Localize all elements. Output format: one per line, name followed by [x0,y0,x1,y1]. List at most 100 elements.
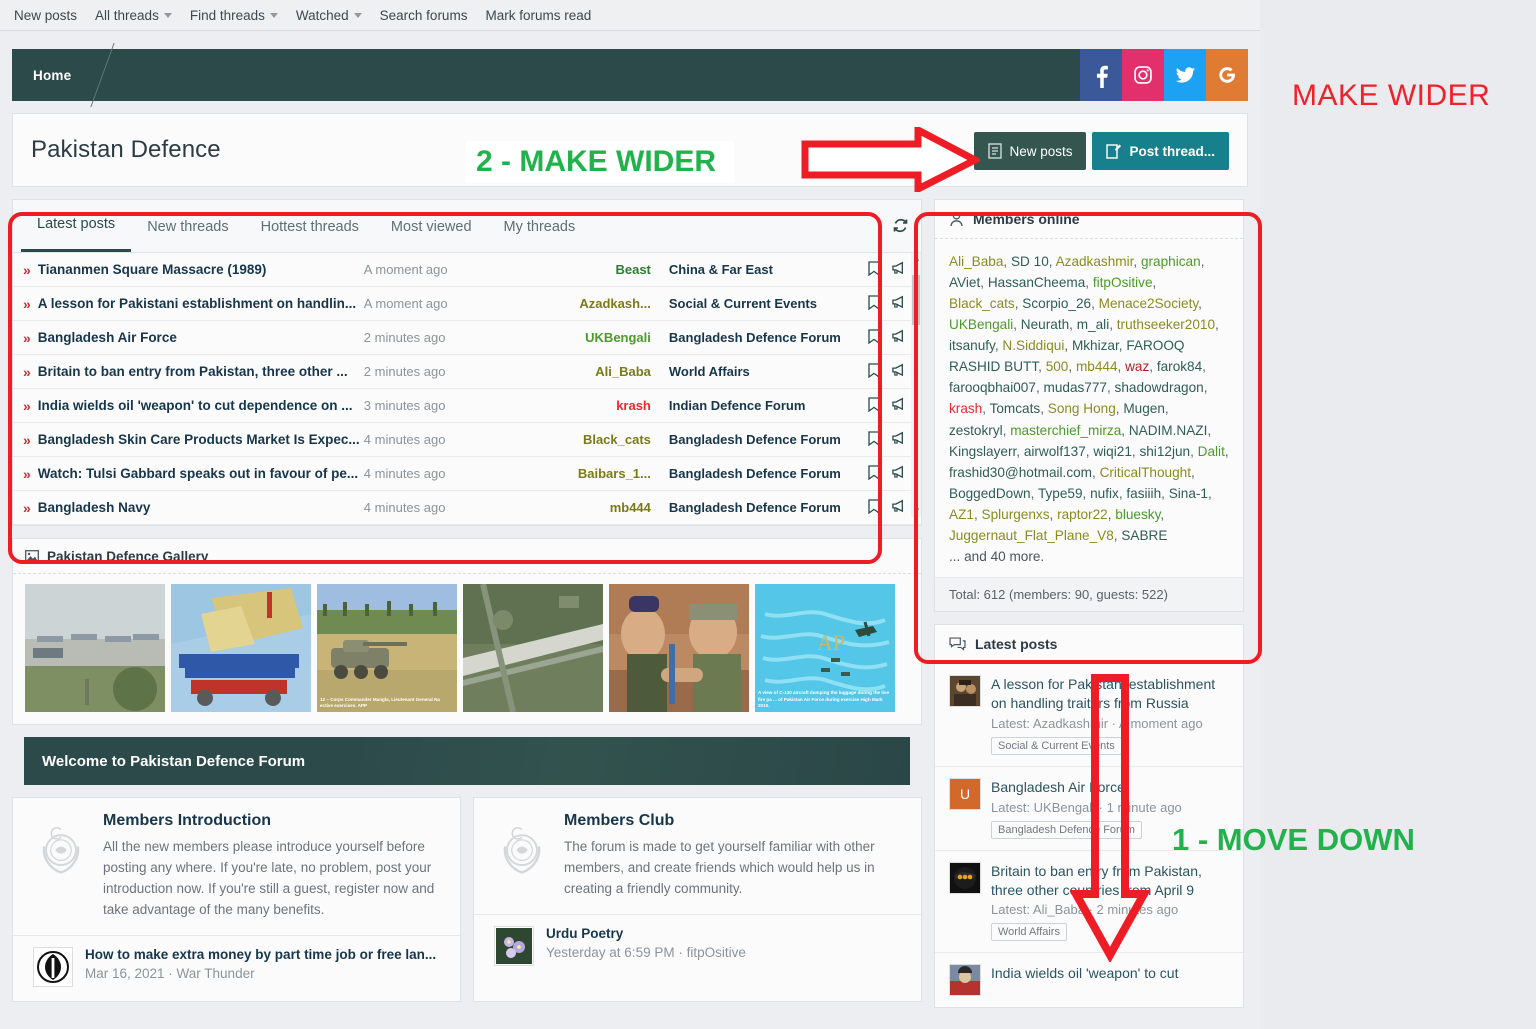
member-link[interactable]: fasiiih [1126,486,1161,501]
member-link[interactable]: wiqi21 [1093,444,1132,459]
google-icon[interactable] [1206,49,1248,101]
thread-title[interactable]: India wields oil 'weapon' to cut depende… [38,398,364,413]
bookmark-icon[interactable] [868,260,880,279]
gallery-image[interactable] [463,584,603,712]
post-thread-button[interactable]: Post thread... [1092,132,1229,170]
member-link[interactable]: UKBengali [949,317,1013,332]
member-link[interactable]: fitpOsitive [1093,275,1153,290]
refresh-icon[interactable] [892,217,909,237]
member-link[interactable]: Neurath [1021,317,1069,332]
bookmark-icon[interactable] [868,396,880,415]
bookmark-icon[interactable] [868,464,880,483]
member-link[interactable]: shadowdragon [1115,380,1204,395]
list-item[interactable]: U Bangladesh Air Force Latest: UKBengali ·… [935,767,1243,851]
tab-hottest-threads[interactable]: Hottest threads [245,202,375,252]
member-link[interactable]: Azadkashmir [1056,254,1134,269]
member-link[interactable]: Kingslayerr [949,444,1016,459]
member-link[interactable]: Dalit [1198,444,1225,459]
megaphone-icon[interactable] [892,329,907,346]
megaphone-icon[interactable] [892,397,907,414]
tab-latest-posts[interactable]: Latest posts [21,199,132,252]
new-posts-button[interactable]: New posts [974,132,1087,170]
member-link[interactable]: Mkhizar [1072,338,1119,353]
thread-forum[interactable]: Bangladesh Defence Forum [669,330,868,345]
post-forum-tag[interactable]: World Affairs [991,923,1067,942]
table-row[interactable]: » Tiananmen Square Massacre (1989) A momen… [13,253,921,287]
thread-forum[interactable]: Indian Defence Forum [669,398,868,413]
tab-most-viewed[interactable]: Most viewed [375,202,488,252]
member-link[interactable]: Type59 [1038,486,1083,501]
thread-title[interactable]: A lesson for Pakistani establishment on … [38,296,364,311]
scrollbar-thumb[interactable] [912,275,920,325]
member-link[interactable]: Scorpio_26 [1022,296,1091,311]
member-link[interactable]: Splurgenxs [982,507,1050,522]
member-link[interactable]: Black_cats [949,296,1015,311]
member-link[interactable]: mb444 [1076,359,1118,374]
thread-title[interactable]: Tiananmen Square Massacre (1989) [38,262,364,277]
member-link[interactable]: farok84 [1157,359,1202,374]
member-link[interactable]: Song Hong [1048,401,1116,416]
member-link[interactable]: farooqbhai007 [949,380,1036,395]
megaphone-icon[interactable] [892,465,907,482]
thread-forum[interactable]: Bangladesh Defence Forum [669,466,868,481]
post-forum-tag[interactable]: Social & Current Events [991,736,1122,755]
table-row[interactable]: » Britain to ban entry from Pakistan, thr… [13,355,921,389]
member-link[interactable]: airwolf137 [1024,444,1086,459]
nav-item-search-forums[interactable]: Search forums [380,8,479,23]
megaphone-icon[interactable] [892,363,907,380]
nav-item-all-threads[interactable]: All threads [95,8,183,23]
post-title[interactable]: India wields oil 'weapon' to cut [991,964,1178,983]
member-link[interactable]: nufix [1090,486,1119,501]
thread-list-scrollbar[interactable]: ▲ ▼ [911,253,921,517]
table-row[interactable]: » Watch: Tulsi Gabbard speaks out in favo… [13,457,921,491]
bookmark-icon[interactable] [868,294,880,313]
member-link[interactable]: N.Siddiqui [1002,338,1064,353]
megaphone-icon[interactable] [892,261,907,278]
thread-author[interactable]: krash [535,398,669,413]
megaphone-icon[interactable] [892,295,907,312]
scroll-down-arrow[interactable]: ▼ [913,506,921,515]
instagram-icon[interactable] [1122,49,1164,101]
thread-title[interactable]: Britain to ban entry from Pakistan, thre… [38,364,364,379]
list-item[interactable]: India wields oil 'weapon' to cut [935,953,1243,1007]
thread-author[interactable]: UKBengali [535,330,669,345]
gallery-image[interactable] [609,584,749,712]
table-row[interactable]: » Bangladesh Skin Care Products Market Is… [13,423,921,457]
thread-title[interactable]: Bangladesh Air Force [38,330,364,345]
thread-title[interactable]: Urdu Poetry [546,926,746,941]
table-row[interactable]: » Bangladesh Air Force 2 minutes ago UKBeng… [13,321,921,355]
bookmark-icon[interactable] [868,362,880,381]
member-link[interactable]: Sina-1 [1169,486,1208,501]
card-title[interactable]: Members Introduction [103,812,444,830]
member-link[interactable]: BoggedDown [949,486,1031,501]
member-link[interactable]: CriticalThought [1100,465,1191,480]
nav-item-new-posts[interactable]: New posts [14,8,88,23]
thread-forum[interactable]: Bangladesh Defence Forum [669,432,868,447]
member-link[interactable]: graphican [1141,254,1201,269]
list-item[interactable]: Britain to ban entry from Pakistan, thre… [935,851,1243,954]
member-link[interactable]: shi12jun [1139,444,1190,459]
thread-author[interactable]: Azadkash... [535,296,669,311]
post-title[interactable]: Britain to ban entry from Pakistan, thre… [991,862,1229,900]
nav-item-find-threads[interactable]: Find threads [190,8,289,23]
member-link[interactable]: zestokryl [949,423,1003,438]
member-link[interactable]: itsanufy [949,338,995,353]
thread-author[interactable]: Baibars_1... [535,466,669,481]
post-title[interactable]: A lesson for Pakistani establishment on … [991,675,1229,713]
member-link[interactable]: AViet [949,275,980,290]
thread-forum[interactable]: China & Far East [669,262,868,277]
post-forum-tag[interactable]: Bangladesh Defence Forum [991,820,1142,839]
member-link[interactable]: waz [1125,359,1149,374]
member-link[interactable]: SABRE [1121,528,1167,543]
list-item[interactable]: A lesson for Pakistani establishment on … [935,664,1243,767]
member-link[interactable]: mudas777 [1044,380,1107,395]
member-link[interactable]: Tomcats [990,401,1041,416]
member-link[interactable]: 500 [1046,359,1069,374]
thread-forum[interactable]: Bangladesh Defence Forum [669,500,868,515]
gallery-image[interactable] [25,584,165,712]
member-link[interactable]: bluesky [1115,507,1160,522]
table-row[interactable]: » India wields oil 'weapon' to cut depend… [13,389,921,423]
thread-author[interactable]: Ali_Baba [535,364,669,379]
thread-forum[interactable]: Social & Current Events [669,296,868,311]
megaphone-icon[interactable] [892,499,907,516]
